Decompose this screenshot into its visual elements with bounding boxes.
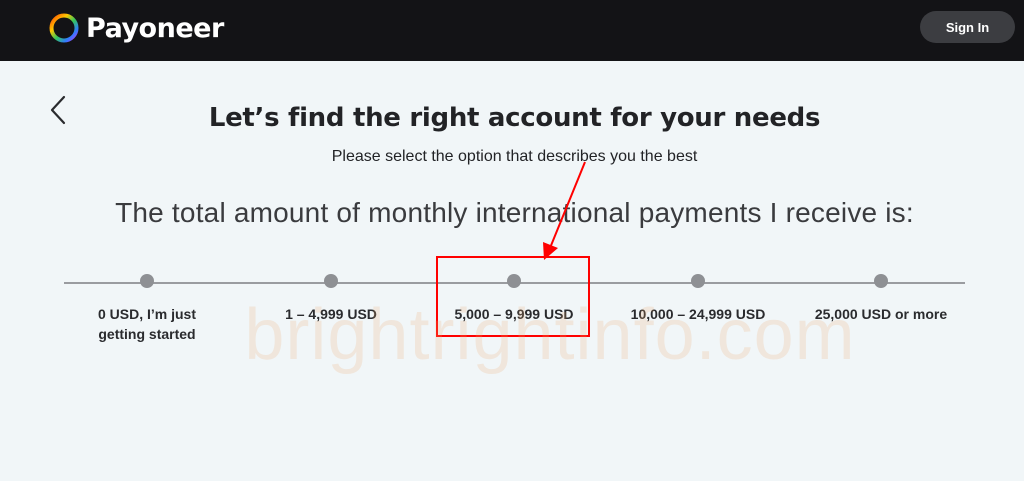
option-25000-plus-usd[interactable]: 25,000 USD or more [791,274,971,324]
brand-name: Payoneer [86,12,224,44]
slider-step-dot[interactable] [691,274,705,288]
payoneer-ring-icon [49,13,79,43]
page-title: Let’s find the right account for your ne… [208,103,821,133]
payment-question: The total amount of monthly internationa… [115,197,914,228]
annotation-arrow-icon [543,161,586,260]
option-label: 1 – 4,999 USD [285,306,377,322]
option-1-4999-usd[interactable]: 1 – 4,999 USD [241,274,421,324]
top-navigation-bar: Payoneer Sign In [0,0,1024,61]
payoneer-logo[interactable]: Payoneer [48,11,224,45]
annotation-highlight-box [436,256,590,337]
option-0-usd[interactable]: 0 USD, I’m just getting started [57,274,237,344]
sign-in-button[interactable]: Sign In [920,11,1015,43]
slider-step-dot[interactable] [140,274,154,288]
option-label: 0 USD, I’m just getting started [97,306,197,342]
option-10000-24999-usd[interactable]: 10,000 – 24,999 USD [608,274,788,324]
option-label: 25,000 USD or more [814,306,948,322]
slider-step-dot[interactable] [874,274,888,288]
slider-step-dot[interactable] [324,274,338,288]
page-subtitle: Please select the option that describes … [331,148,698,165]
option-label: 10,000 – 24,999 USD [630,306,766,322]
